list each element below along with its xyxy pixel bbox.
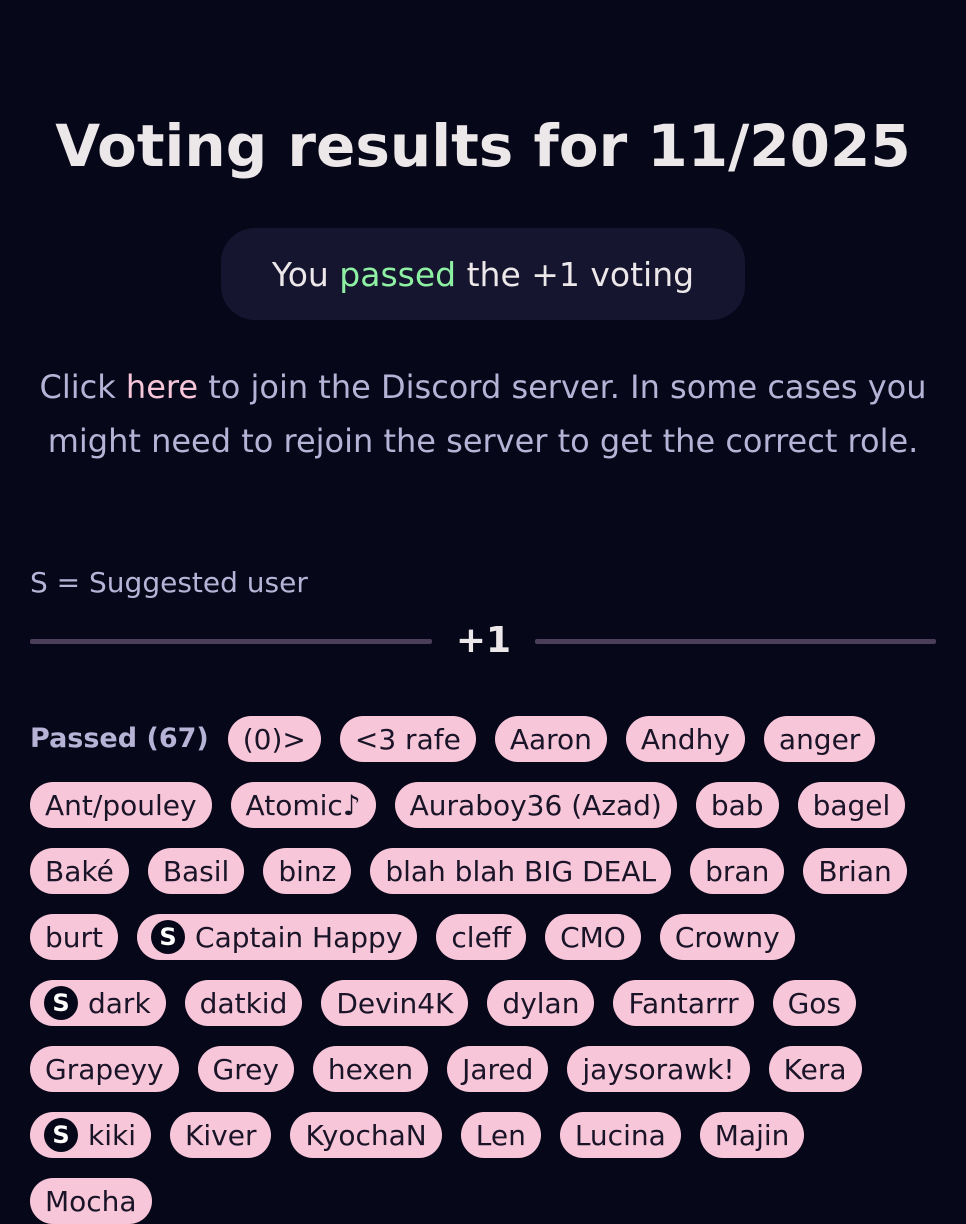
user-chip-name: Brian xyxy=(818,854,892,888)
user-chip[interactable]: Gos xyxy=(772,980,857,1026)
user-chip[interactable]: jaysorawk! xyxy=(567,1046,750,1092)
user-chip-name: (0)> xyxy=(242,722,306,756)
status-prefix: You xyxy=(271,254,340,294)
page-title: Voting results for 11/2025 xyxy=(55,112,911,180)
user-chip[interactable]: Brian xyxy=(803,848,907,894)
user-chip[interactable]: Lucina xyxy=(559,1112,681,1158)
vote-status-box: You passed the +1 voting xyxy=(221,228,745,320)
user-chip-name: KyochaN xyxy=(305,1118,427,1152)
user-chip-name: Grey xyxy=(212,1052,279,1086)
user-chip[interactable]: Sdark xyxy=(30,980,166,1026)
user-chip[interactable]: bran xyxy=(690,848,785,894)
user-chip-name: bagel xyxy=(812,788,891,822)
user-chip[interactable]: Kiver xyxy=(170,1112,272,1158)
user-chip-name: Fantarrr xyxy=(628,986,739,1020)
user-chip[interactable]: binz xyxy=(263,848,352,894)
user-chip[interactable]: Auraboy36 (Azad) xyxy=(394,782,677,828)
user-chip[interactable]: datkid xyxy=(184,980,303,1026)
user-chip[interactable]: Len xyxy=(460,1112,541,1158)
user-chip-name: CMO xyxy=(560,920,626,954)
user-chip[interactable]: Mocha xyxy=(30,1178,152,1224)
user-chip-name: anger xyxy=(778,722,861,756)
user-chip-name: datkid xyxy=(199,986,288,1020)
user-chip-name: Kiver xyxy=(185,1118,257,1152)
user-chip-name: Aaron xyxy=(509,722,592,756)
user-chip-name: Captain Happy xyxy=(195,920,403,954)
user-chip[interactable]: dylan xyxy=(487,980,595,1026)
user-chip-name: Len xyxy=(475,1118,526,1152)
section-divider-right xyxy=(535,639,936,644)
user-chip[interactable]: Crowny xyxy=(659,914,795,960)
user-chip[interactable]: Basil xyxy=(147,848,245,894)
user-chip[interactable]: hexen xyxy=(312,1046,429,1092)
user-chip[interactable]: burt xyxy=(30,914,119,960)
user-chip[interactable]: Jared xyxy=(447,1046,549,1092)
discord-text-before: Click xyxy=(39,368,126,406)
user-chip-name: blah blah BIG DEAL xyxy=(385,854,657,888)
user-chip-name: bran xyxy=(705,854,770,888)
user-chip[interactable]: (0)> xyxy=(227,716,321,762)
user-chip-name: Grapeyy xyxy=(45,1052,164,1086)
user-chip-name: bab xyxy=(710,788,764,822)
discord-join-link[interactable]: here xyxy=(126,368,198,406)
section-divider-left xyxy=(30,639,432,644)
user-chip-name: jaysorawk! xyxy=(582,1052,735,1086)
user-chip-name: hexen xyxy=(327,1052,414,1086)
passed-section-label: Passed (67) xyxy=(30,716,209,762)
user-chip[interactable]: Majin xyxy=(699,1112,805,1158)
user-chip-name: binz xyxy=(278,854,337,888)
user-chip[interactable]: Devin4K xyxy=(321,980,469,1026)
suggested-badge-icon: S xyxy=(44,986,78,1020)
user-chip-name: Atomic♪ xyxy=(245,788,361,822)
user-chip[interactable]: Ant/pouley xyxy=(30,782,212,828)
user-chip-name: Basil xyxy=(162,854,230,888)
user-chip[interactable]: cleff xyxy=(436,914,527,960)
passed-users-section: Passed (67) (0)> <3 rafe Aaron Andhy anger An… xyxy=(30,716,942,1224)
suggested-badge-icon: S xyxy=(44,1118,78,1152)
user-chip-name: Jared xyxy=(462,1052,534,1086)
user-chip-name: Andhy xyxy=(640,722,730,756)
user-chip-name: Kera xyxy=(783,1052,847,1086)
user-chip[interactable]: Skiki xyxy=(30,1112,151,1158)
user-chip[interactable]: Fantarrr xyxy=(613,980,754,1026)
user-chip[interactable]: Grey xyxy=(197,1046,294,1092)
user-chip[interactable]: Aaron xyxy=(494,716,607,762)
status-suffix: the +1 voting xyxy=(456,254,695,294)
user-chip[interactable]: Baké xyxy=(30,848,129,894)
user-chip-name: Gos xyxy=(787,986,842,1020)
user-chip[interactable]: bagel xyxy=(797,782,906,828)
suggested-legend-note: S = Suggested user xyxy=(30,566,308,599)
user-chip-name: Crowny xyxy=(674,920,780,954)
user-chip[interactable]: bab xyxy=(695,782,779,828)
user-chip-name: dark xyxy=(88,986,151,1020)
discord-instructions: Click here to join the Discord server. I… xyxy=(20,360,946,468)
passed-count: (67) xyxy=(146,723,209,754)
user-chip[interactable]: anger xyxy=(763,716,876,762)
section-divider-label: +1 xyxy=(455,620,512,661)
suggested-badge-icon: S xyxy=(151,920,186,954)
user-chip[interactable]: S Captain Happy xyxy=(137,914,418,960)
status-result: passed xyxy=(339,254,457,294)
passed-label-text: Passed xyxy=(30,723,138,754)
user-chip-name: <3 rafe xyxy=(354,722,461,756)
user-chip-name: Auraboy36 (Azad) xyxy=(409,788,662,822)
user-chip[interactable]: KyochaN xyxy=(290,1112,442,1158)
user-chip[interactable]: Grapeyy xyxy=(30,1046,179,1092)
user-chip-name: burt xyxy=(45,920,104,954)
user-chip[interactable]: blah blah BIG DEAL xyxy=(370,848,672,894)
user-chip-name: Baké xyxy=(45,854,114,888)
user-chip-name: Ant/pouley xyxy=(45,788,197,822)
user-chip-name: dylan xyxy=(502,986,580,1020)
user-chip[interactable]: Kera xyxy=(768,1046,862,1092)
user-chip-name: Lucina xyxy=(574,1118,666,1152)
user-chip-name: Mocha xyxy=(45,1184,137,1218)
user-chip-name: Devin4K xyxy=(336,986,454,1020)
user-chip-name: Majin xyxy=(714,1118,790,1152)
user-chip-name: cleff xyxy=(451,920,512,954)
user-chip[interactable]: CMO xyxy=(545,914,641,960)
user-chip[interactable]: Atomic♪ xyxy=(230,782,376,828)
user-chip[interactable]: Andhy xyxy=(625,716,745,762)
user-chip[interactable]: <3 rafe xyxy=(339,716,476,762)
user-chip-name: kiki xyxy=(88,1118,136,1152)
